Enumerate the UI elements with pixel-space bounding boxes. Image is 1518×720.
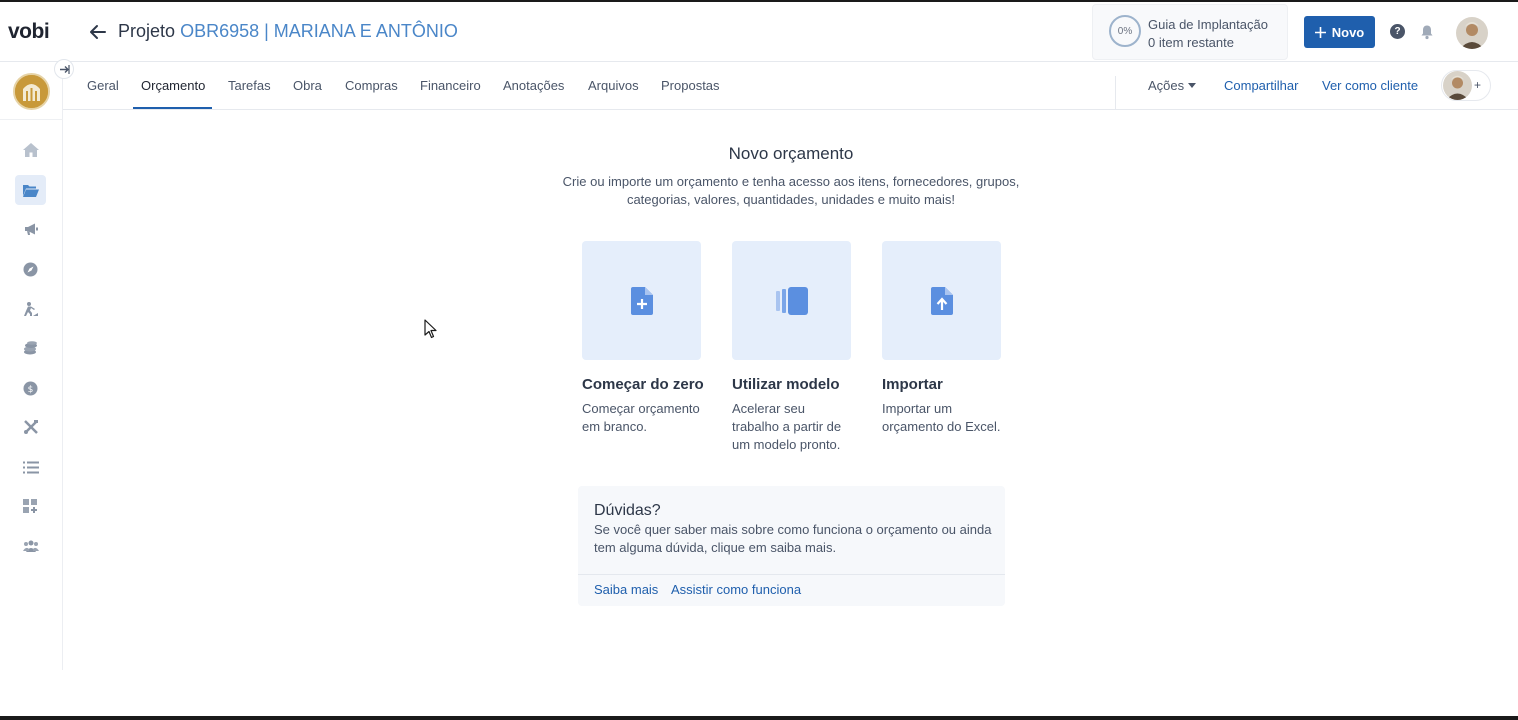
share-link[interactable]: Compartilhar bbox=[1224, 78, 1298, 93]
implantation-guide[interactable]: 0% Guia de Implantação 0 item restante bbox=[1092, 4, 1288, 60]
tab-anotacoes[interactable]: Anotações bbox=[503, 78, 564, 93]
watch-how-it-works-link[interactable]: Assistir como funciona bbox=[671, 582, 801, 597]
sidebar-item-projects[interactable] bbox=[15, 175, 46, 205]
megaphone-icon bbox=[24, 223, 38, 235]
top-bar: vobi Projeto OBR6958 | MARIANA E ANTÔNIO… bbox=[0, 0, 1518, 62]
option-card[interactable] bbox=[582, 241, 701, 360]
option-description: Acelerar seu trabalho a partir de um mod… bbox=[732, 401, 842, 452]
main-subtitle: Crie ou importe um orçamento e tenha ace… bbox=[562, 174, 1020, 207]
help-title: Dúvidas? bbox=[594, 502, 661, 519]
file-upload-icon bbox=[930, 286, 953, 315]
vobi-logo[interactable]: vobi bbox=[8, 20, 50, 44]
screen-bottom-edge bbox=[0, 716, 1518, 720]
tab-propostas[interactable]: Propostas bbox=[661, 78, 720, 93]
tab-divider bbox=[1115, 76, 1116, 110]
rocket-icon bbox=[23, 302, 38, 316]
novo-label: Novo bbox=[1331, 24, 1365, 40]
sidebar-item-planning[interactable] bbox=[15, 294, 46, 324]
option-description: Importar um orçamento do Excel. bbox=[882, 401, 1001, 434]
tab-geral[interactable]: Geral bbox=[87, 78, 119, 93]
template-icon bbox=[775, 286, 808, 315]
help-divider bbox=[578, 574, 1005, 575]
tab-tarefas[interactable]: Tarefas bbox=[228, 78, 271, 93]
option-card[interactable] bbox=[882, 241, 1001, 360]
acoes-label: Ações bbox=[1148, 78, 1185, 93]
sidebar-item-marketing[interactable] bbox=[15, 214, 46, 244]
option-card[interactable] bbox=[732, 241, 851, 360]
company-logo[interactable] bbox=[13, 73, 50, 110]
tab-orcamento[interactable]: Orçamento bbox=[141, 78, 205, 93]
tab-arquivos[interactable]: Arquivos bbox=[588, 78, 639, 93]
tools-icon bbox=[23, 420, 38, 434]
project-prefix: Projeto bbox=[118, 21, 176, 41]
guide-title: Guia de Implantação bbox=[1148, 17, 1268, 32]
svg-text:$: $ bbox=[28, 385, 34, 395]
plus-icon bbox=[1314, 26, 1326, 38]
option-description: Começar orçamento em branco. bbox=[582, 401, 700, 434]
compass-icon bbox=[23, 262, 38, 276]
sidebar-item-payments[interactable]: $ bbox=[15, 373, 46, 403]
help-text: Se você quer saber mais sobre como funci… bbox=[594, 522, 992, 555]
sidebar-item-lists[interactable] bbox=[15, 452, 46, 482]
sidebar-item-team[interactable] bbox=[15, 531, 46, 561]
user-avatar[interactable] bbox=[1456, 17, 1488, 49]
help-icon[interactable]: ? bbox=[1390, 24, 1405, 39]
tab-financeiro[interactable]: Financeiro bbox=[420, 78, 481, 93]
guide-progress-ring: 0% bbox=[1109, 15, 1141, 47]
collaborators-button[interactable]: + bbox=[1441, 70, 1491, 101]
coins-icon bbox=[23, 340, 37, 354]
option-title: Começar do zero bbox=[582, 376, 704, 393]
bell-icon[interactable] bbox=[1419, 24, 1435, 40]
tab-compras[interactable]: Compras bbox=[345, 78, 398, 93]
users-icon bbox=[22, 540, 39, 552]
help-panel: Dúvidas? Se você quer saber mais sobre c… bbox=[578, 486, 1005, 606]
add-collaborator-plus: + bbox=[1474, 78, 1482, 92]
option-title: Importar bbox=[882, 376, 943, 393]
option-import[interactable]: Importar Importar um orçamento do Excel. bbox=[882, 241, 1001, 434]
sidebar-item-explore[interactable] bbox=[15, 254, 46, 284]
sidebar-item-apps[interactable] bbox=[15, 491, 46, 521]
caret-down-icon bbox=[1188, 83, 1197, 88]
option-use-template[interactable]: Utilizar modelo Acelerar seu trabalho a … bbox=[732, 241, 851, 452]
folder-open-icon bbox=[22, 184, 39, 197]
novo-button[interactable]: Novo bbox=[1304, 16, 1375, 48]
grid-plus-icon bbox=[23, 498, 37, 513]
option-title: Utilizar modelo bbox=[732, 376, 840, 393]
collaborator-avatar bbox=[1443, 71, 1472, 100]
project-code[interactable]: OBR6958 | MARIANA E ANTÔNIO bbox=[180, 21, 458, 41]
tab-obra[interactable]: Obra bbox=[293, 78, 322, 93]
list-icon bbox=[22, 461, 39, 473]
sidebar-item-finance[interactable] bbox=[15, 333, 46, 363]
option-start-from-scratch[interactable]: Começar do zero Começar orçamento em bra… bbox=[582, 241, 704, 434]
mouse-cursor-icon bbox=[424, 319, 437, 339]
page-title: Projeto OBR6958 | MARIANA E ANTÔNIO bbox=[118, 21, 458, 42]
file-plus-icon bbox=[630, 286, 653, 315]
client-view-link[interactable]: Ver como cliente bbox=[1322, 78, 1418, 93]
active-tab-indicator bbox=[133, 107, 212, 109]
main-title: Novo orçamento bbox=[728, 144, 854, 163]
tab-bar: Geral Orçamento Tarefas Obra Compras Fin… bbox=[63, 62, 1518, 110]
back-arrow-icon[interactable] bbox=[88, 22, 108, 42]
acoes-dropdown[interactable]: Ações bbox=[1148, 78, 1197, 93]
sidebar-divider bbox=[0, 119, 63, 120]
dollar-icon: $ bbox=[23, 381, 38, 395]
sidebar-item-tools[interactable] bbox=[15, 412, 46, 442]
learn-more-link[interactable]: Saiba mais bbox=[594, 582, 658, 597]
guide-subtitle: 0 item restante bbox=[1148, 35, 1234, 50]
